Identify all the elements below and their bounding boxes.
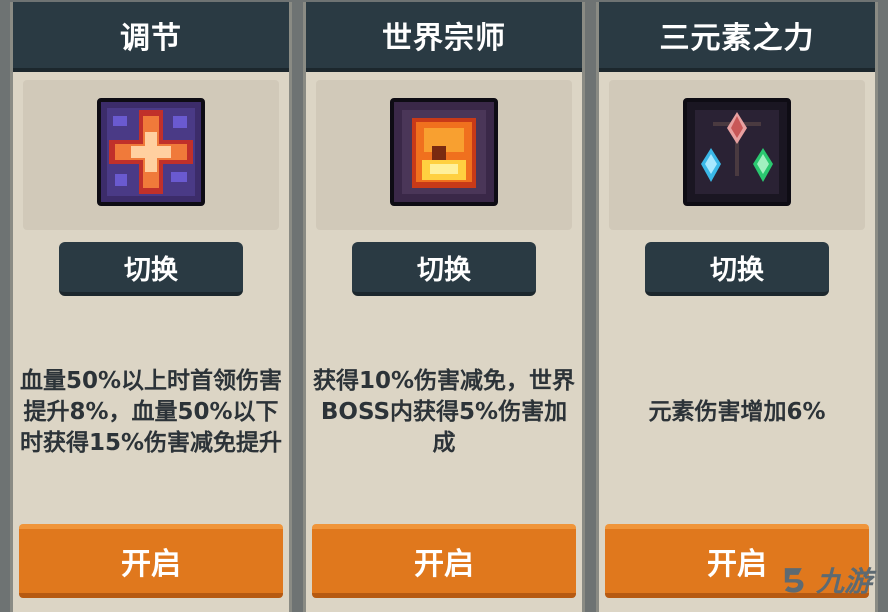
watermark-text: 九游 xyxy=(815,565,872,598)
watermark: 九游 xyxy=(778,560,872,600)
card-title: 世界宗师 xyxy=(306,2,582,72)
card-description: 获得10%伤害减免，世界BOSS内获得5%伤害加成 xyxy=(310,312,578,512)
description-text: 元素伤害增加6% xyxy=(648,398,826,425)
icon-panel xyxy=(316,80,572,230)
activate-button[interactable]: 开启 xyxy=(19,524,283,598)
description-text: 获得10%伤害减免，世界BOSS内获得5%伤害加成 xyxy=(312,367,576,456)
ninegame-logo-icon xyxy=(784,568,804,593)
talent-card-3: 三元素之力 切换 元素伤害增加6% 开启 xyxy=(596,2,878,612)
switch-button[interactable]: 切换 xyxy=(59,242,243,296)
activate-button[interactable]: 开启 xyxy=(312,524,576,598)
switch-button[interactable]: 切换 xyxy=(645,242,829,296)
talent-card-1: 调节 切换 血量50%以上时首领伤害提升8%，血量50%以下时获得15%伤害减免… xyxy=(10,2,292,612)
three-gems-icon xyxy=(683,98,791,206)
card-title: 调节 xyxy=(13,2,289,72)
icon-panel xyxy=(609,80,865,230)
cross-emblem-icon xyxy=(97,98,205,206)
switch-button[interactable]: 切换 xyxy=(352,242,536,296)
fire-emblem-icon xyxy=(390,98,498,206)
card-description: 元素伤害增加6% xyxy=(603,312,871,512)
talent-card-2: 世界宗师 切换 获得10%伤害减免，世界BOSS内获得5%伤害加成 开启 xyxy=(303,2,585,612)
icon-panel xyxy=(23,80,279,230)
card-title: 三元素之力 xyxy=(599,2,875,72)
description-text: 血量50%以上时首领伤害提升8%，血量50%以下时获得15%伤害减免提升 xyxy=(19,367,283,456)
card-description: 血量50%以上时首领伤害提升8%，血量50%以下时获得15%伤害减免提升 xyxy=(17,312,285,512)
